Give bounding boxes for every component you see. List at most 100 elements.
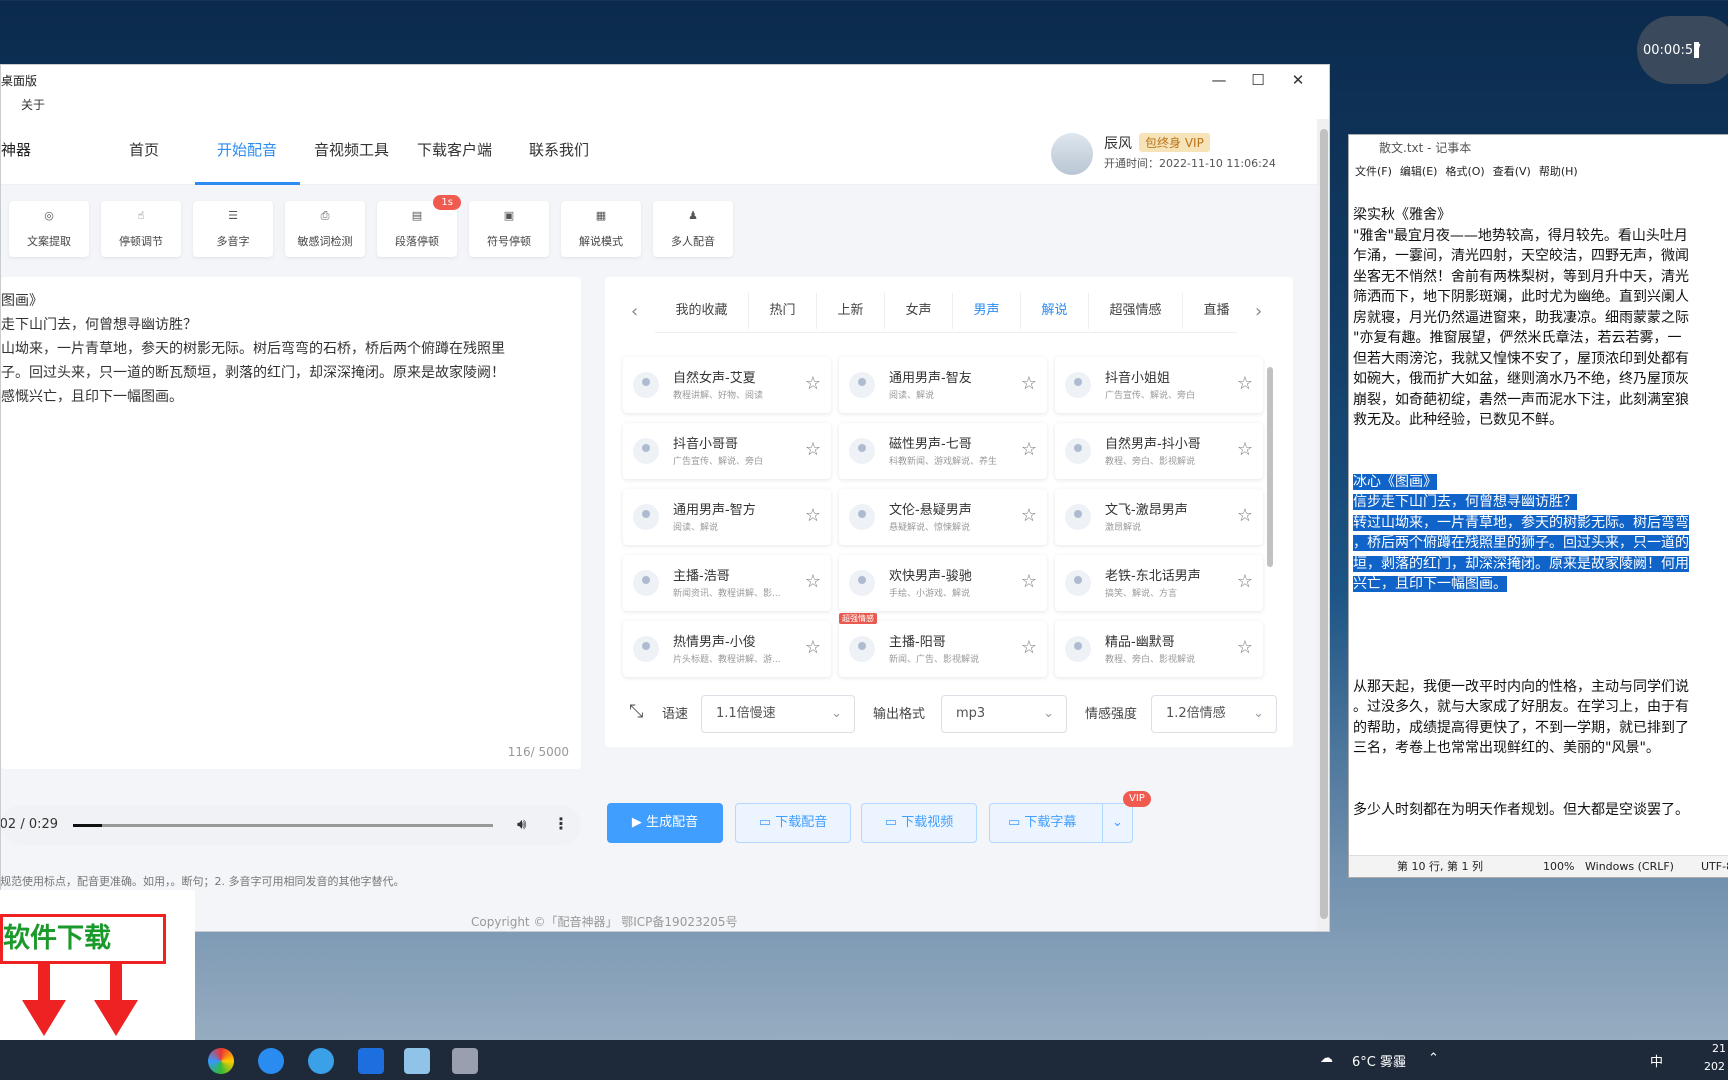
- tool-hand[interactable]: ☝ 停顿调节: [101, 201, 181, 257]
- voice-card[interactable]: 精品-幽默哥 教程、旁白、影视解说 ☆: [1055, 621, 1263, 677]
- download-subtitle-button[interactable]: ▭ 下载字幕 ⌄: [989, 803, 1133, 843]
- notepad-line: 如碗大，俄而扩大如盆，继则滴水乃不绝，终乃屋顶灰: [1353, 371, 1689, 387]
- voice-list-scrollbar[interactable]: [1265, 355, 1275, 687]
- nav-home[interactable]: 首页: [129, 139, 159, 160]
- recorder-icon[interactable]: [358, 1048, 384, 1074]
- tab-voice-2[interactable]: 上新: [817, 293, 885, 329]
- voice-card[interactable]: 抖音小哥哥 广告宣传、解说、旁白 ☆: [623, 423, 831, 479]
- more-icon[interactable]: ⋮: [553, 814, 569, 833]
- voice-card[interactable]: 老铁-东北话男声 搞笑、解说、方言 ☆: [1055, 555, 1263, 611]
- voice-card[interactable]: 文伦-悬疑男声 悬疑解说、惊悚解说 ☆: [839, 489, 1047, 545]
- dubbing-app-icon[interactable]: [452, 1048, 478, 1074]
- tool-sliders[interactable]: ☰ 多音字: [193, 201, 273, 257]
- close-button[interactable]: ✕: [1288, 71, 1308, 89]
- tabs-prev-arrow[interactable]: ‹: [631, 301, 638, 322]
- star-icon[interactable]: ☆: [1021, 439, 1037, 460]
- notepad-icon[interactable]: [404, 1048, 430, 1074]
- voice-card[interactable]: 自然女声-艾夏 教程讲解、好物、阅读 ☆: [623, 357, 831, 413]
- notepad-line: 梁实秋《雅舍》: [1353, 207, 1451, 223]
- star-icon[interactable]: ☆: [805, 571, 821, 592]
- star-icon[interactable]: ☆: [1237, 505, 1253, 526]
- tab-voice-1[interactable]: 热门: [749, 293, 817, 329]
- tool-document[interactable]: ▤ 段落停顿 1s: [377, 195, 461, 257]
- download-video-button[interactable]: ▭ 下载视频: [861, 803, 977, 843]
- star-icon[interactable]: ☆: [1021, 637, 1037, 658]
- notepad-text[interactable]: 梁实秋《雅舍》 "雅舍"最宜月夜——地势较高，得月较先。看山头吐月 乍涌，一霎间，清…: [1353, 205, 1728, 820]
- star-icon[interactable]: ☆: [805, 505, 821, 526]
- voice-card[interactable]: 欢快男声-骏驰 手绘、小游戏、解说 ☆: [839, 555, 1047, 611]
- format-select[interactable]: mp3 ⌄: [941, 695, 1067, 733]
- voice-card[interactable]: 文飞-激昂男声 激昂解说 ☆: [1055, 489, 1263, 545]
- tool-camera[interactable]: ◎ 文案提取: [9, 201, 89, 257]
- voice-card[interactable]: 自然男声-抖小哥 教程、旁白、影视解说 ☆: [1055, 423, 1263, 479]
- emotion-select[interactable]: 1.2倍情感 ⌄: [1151, 695, 1277, 733]
- voice-card[interactable]: 通用男声-智友 阅读、解说 ☆: [839, 357, 1047, 413]
- tool-narrate[interactable]: ▦ 解说模式: [561, 201, 641, 257]
- voice-card[interactable]: 抖音小姐姐 广告宣传、解说、旁白 ☆: [1055, 357, 1263, 413]
- chevron-up-icon[interactable]: ⌃: [1428, 1051, 1439, 1066]
- tab-voice-4[interactable]: 男声: [953, 293, 1021, 329]
- notepad-menu-item[interactable]: 格式(O): [1445, 165, 1484, 178]
- voice-card[interactable]: 主播-阳哥 新闻、广告、影视解说 ☆ 超强情感: [839, 613, 1047, 677]
- tab-voice-3[interactable]: 女声: [885, 293, 953, 329]
- collapse-icon[interactable]: ⤡: [629, 701, 643, 722]
- cloud-icon: ☁: [1320, 1051, 1333, 1066]
- nav-av-tools[interactable]: 音视频工具: [314, 139, 389, 160]
- text-editor[interactable]: 《图画》信步走下山门去，何曾想寻幽访胜？ 转过山坳来，一片青草地，参天的树影无际。…: [1, 277, 581, 769]
- star-icon[interactable]: ☆: [1237, 571, 1253, 592]
- star-icon[interactable]: ☆: [805, 373, 821, 394]
- nav-contact[interactable]: 联系我们: [529, 139, 589, 160]
- chevron-down-icon[interactable]: ⌄: [1102, 804, 1132, 842]
- menu-about[interactable]: 关于: [21, 98, 45, 112]
- ime-indicator[interactable]: 中: [1650, 1051, 1663, 1070]
- voice-tags: 教程讲解、好物、阅读: [673, 391, 764, 401]
- tool-label: 文案提取: [27, 235, 71, 248]
- notepad-menu-item[interactable]: 编辑(E): [1400, 165, 1438, 178]
- down-arrow-icon: [94, 964, 138, 1036]
- nav-start-dubbing[interactable]: 开始配音: [217, 139, 277, 160]
- tab-voice-5[interactable]: 解说: [1021, 293, 1089, 329]
- star-icon[interactable]: ☆: [1237, 439, 1253, 460]
- voice-card[interactable]: 主播-浩哥 新闻资讯、教程讲解、影... ☆: [623, 555, 831, 611]
- tool-people[interactable]: ♟ 多人配音: [653, 201, 733, 257]
- tabs-next-arrow[interactable]: ›: [1255, 301, 1262, 322]
- star-icon[interactable]: ☆: [1021, 505, 1037, 526]
- nav-download-client[interactable]: 下载客户端: [417, 139, 492, 160]
- generate-button[interactable]: ▶ 生成配音: [607, 803, 723, 843]
- ad-banner[interactable]: 配音软件下载: [0, 890, 195, 1040]
- voice-card[interactable]: 热情男声-小俊 片头标题、教程讲解、游... ☆: [623, 621, 831, 677]
- volume-icon[interactable]: 🔊︎: [517, 815, 526, 833]
- browser-icon[interactable]: [208, 1048, 234, 1074]
- tool-label: 多音字: [216, 235, 250, 248]
- download-audio-button[interactable]: ▭ 下载配音: [735, 803, 851, 843]
- notepad-menu-item[interactable]: 查看(V): [1493, 165, 1531, 178]
- speed-select[interactable]: 1.1倍慢速 ⌄: [701, 695, 855, 733]
- voice-name: 抖音小姐姐: [1105, 371, 1171, 386]
- notepad-line: 但若大雨滂沱，我就又惶悚不安了，屋顶浓印到处都有: [1353, 350, 1689, 367]
- notepad-line: 崩裂，如奇葩初绽，砉然一声而泥水下注，此刻满室狼: [1353, 391, 1689, 408]
- star-icon[interactable]: ☆: [1237, 637, 1253, 658]
- voice-card[interactable]: 通用男声-智方 阅读、解说 ☆: [623, 489, 831, 545]
- notepad-menu-item[interactable]: 文件(F): [1355, 165, 1392, 178]
- star-icon[interactable]: ☆: [1021, 571, 1037, 592]
- tab-voice-7[interactable]: 直播: [1183, 293, 1237, 329]
- star-icon[interactable]: ☆: [1021, 373, 1037, 394]
- tab-voice-0[interactable]: 我的收藏: [655, 293, 749, 329]
- player-progress-track[interactable]: [73, 824, 493, 827]
- voice-tags: 教程、旁白、影视解说: [1105, 655, 1196, 665]
- notepad-menu-item[interactable]: 帮助(H): [1539, 165, 1578, 178]
- search-app-icon[interactable]: [258, 1048, 284, 1074]
- star-icon[interactable]: ☆: [1237, 373, 1253, 394]
- window-scrollbar[interactable]: [1317, 119, 1329, 931]
- star-icon[interactable]: ☆: [805, 439, 821, 460]
- tool-printer[interactable]: ⎙ 敏感词检测: [285, 201, 365, 257]
- maximize-button[interactable]: ☐: [1248, 71, 1268, 89]
- avatar[interactable]: [1051, 133, 1093, 175]
- app-icon[interactable]: [308, 1048, 334, 1074]
- tab-voice-6[interactable]: 超强情感: [1089, 293, 1183, 329]
- tool-symbol[interactable]: ▣ 符号停顿: [469, 201, 549, 257]
- star-icon[interactable]: ☆: [805, 637, 821, 658]
- minimize-button[interactable]: —: [1209, 71, 1229, 89]
- player-progress-fill: [73, 824, 103, 827]
- voice-card[interactable]: 磁性男声-七哥 科教新闻、游戏解说、养生 ☆: [839, 423, 1047, 479]
